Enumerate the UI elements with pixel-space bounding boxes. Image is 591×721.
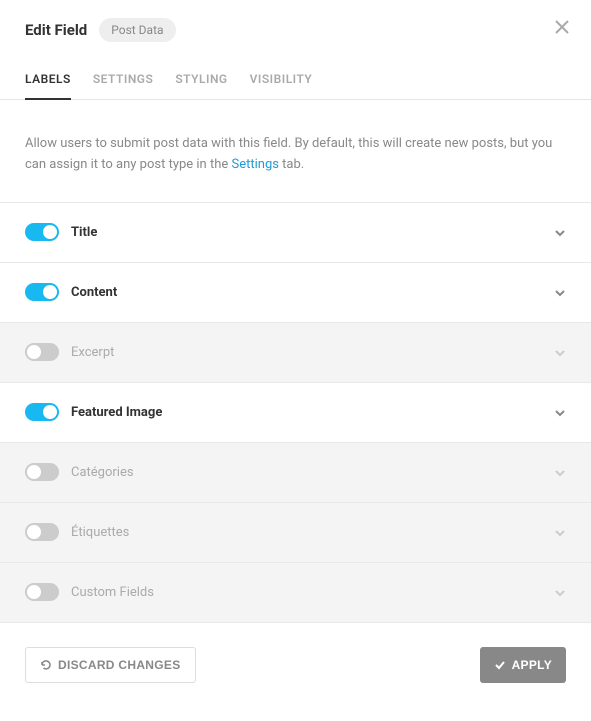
description-after: tab.	[279, 157, 304, 172]
toggle-custom-fields[interactable]	[25, 583, 59, 601]
expand-categories[interactable]	[554, 463, 566, 482]
expand-excerpt[interactable]	[554, 343, 566, 362]
settings-link[interactable]: Settings	[231, 157, 278, 172]
field-row-custom-fields: Custom Fields	[0, 563, 591, 623]
apply-button[interactable]: APPLY	[480, 647, 566, 683]
expand-content[interactable]	[554, 283, 566, 302]
field-label: Featured Image	[71, 405, 554, 420]
chevron-down-icon	[554, 407, 566, 419]
close-icon	[555, 20, 569, 34]
apply-label: APPLY	[512, 658, 552, 672]
field-type-badge: Post Data	[99, 18, 175, 42]
tab-styling[interactable]: STYLING	[175, 60, 227, 100]
chevron-down-icon	[554, 347, 566, 359]
toggle-content[interactable]	[25, 283, 59, 301]
field-label: Custom Fields	[71, 585, 554, 600]
field-label: Catégories	[71, 465, 554, 480]
toggle-categories[interactable]	[25, 463, 59, 481]
field-label: Étiquettes	[71, 525, 554, 540]
toggle-etiquettes[interactable]	[25, 523, 59, 541]
toggle-title[interactable]	[25, 223, 59, 241]
modal-footer: DISCARD CHANGES APPLY	[0, 623, 591, 707]
tab-settings[interactable]: SETTINGS	[93, 60, 154, 100]
discard-label: DISCARD CHANGES	[58, 658, 181, 672]
chevron-down-icon	[554, 527, 566, 539]
field-row-featured-image: Featured Image	[0, 383, 591, 443]
modal-title: Edit Field	[25, 21, 87, 39]
field-row-excerpt: Excerpt	[0, 323, 591, 383]
expand-title[interactable]	[554, 223, 566, 242]
chevron-down-icon	[554, 287, 566, 299]
expand-featured-image[interactable]	[554, 403, 566, 422]
toggle-excerpt[interactable]	[25, 343, 59, 361]
description-text: Allow users to submit post data with thi…	[0, 100, 591, 202]
close-button[interactable]	[555, 18, 569, 36]
tab-visibility[interactable]: VISIBILITY	[250, 60, 313, 100]
field-row-etiquettes: Étiquettes	[0, 503, 591, 563]
tab-bar: LABELS SETTINGS STYLING VISIBILITY	[0, 60, 591, 100]
expand-custom-fields[interactable]	[554, 583, 566, 602]
chevron-down-icon	[554, 587, 566, 599]
field-row-categories: Catégories	[0, 443, 591, 503]
field-row-title: Title	[0, 203, 591, 263]
undo-icon	[40, 659, 52, 671]
field-list: Title Content Excerpt Featured Image Cat…	[0, 202, 591, 623]
tab-labels[interactable]: LABELS	[25, 60, 71, 100]
discard-button[interactable]: DISCARD CHANGES	[25, 647, 196, 683]
field-label: Content	[71, 285, 554, 300]
chevron-down-icon	[554, 227, 566, 239]
field-row-content: Content	[0, 263, 591, 323]
modal-header: Edit Field Post Data	[0, 0, 591, 60]
expand-etiquettes[interactable]	[554, 523, 566, 542]
chevron-down-icon	[554, 467, 566, 479]
field-label: Excerpt	[71, 345, 554, 360]
check-icon	[494, 659, 506, 671]
toggle-featured-image[interactable]	[25, 403, 59, 421]
field-label: Title	[71, 225, 554, 240]
